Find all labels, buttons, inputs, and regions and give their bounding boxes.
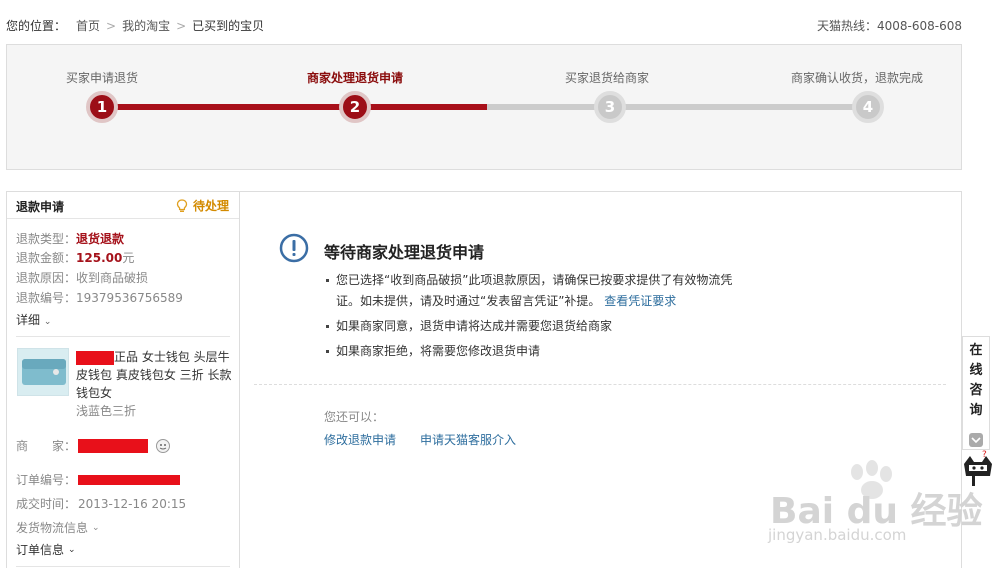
step-3-circle: 3 — [594, 91, 626, 123]
step-2-circle: 2 — [339, 91, 371, 123]
breadcrumb-bought-items[interactable]: 已买到的宝贝 — [192, 17, 264, 34]
seller-row: 商 家： — [16, 437, 172, 454]
refund-summary-panel: 退款申请 待处理 退款类型：退货退款 退款金额：125.00元 退款原因：收到商… — [6, 191, 240, 568]
deal-time-row: 成交时间： 2013-12-16 20:15 — [16, 495, 186, 512]
detail-toggle-label: 详细 — [16, 313, 41, 327]
online-consult-button[interactable]: 在线咨询 — [962, 336, 990, 450]
order-id-row: 订单编号： — [16, 471, 180, 488]
list-item: 如果商家同意，退货申请将达成并需要您退货给商家 — [324, 316, 744, 337]
status-text: 待处理 — [192, 199, 229, 213]
svg-text:?: ? — [982, 450, 987, 460]
deal-time-value: 2013-12-16 20:15 — [78, 496, 187, 511]
progress-track-todo — [487, 104, 867, 110]
chevron-down-icon: ⌄ — [68, 544, 76, 555]
divider — [254, 384, 946, 385]
list-item: 您已选择“收到商品破损”此项退款原因，请确保已按要求提供了有效物流凭证。如未提供… — [324, 270, 744, 312]
refund-reason-value: 收到商品破损 — [76, 271, 149, 285]
refund-id-label: 退款编号： — [16, 291, 77, 305]
refund-summary-title: 退款申请 — [16, 200, 65, 214]
list-item: 如果商家拒绝，将需要您修改退货申请 — [324, 341, 744, 362]
detail-toggle[interactable]: 详细 ⌄ — [16, 311, 51, 328]
refund-reason-row: 退款原因：收到商品破损 — [16, 269, 148, 286]
chevron-right-icon: > — [106, 18, 117, 33]
refund-amount-value: 125.00 — [76, 251, 123, 265]
view-proof-requirements-link[interactable]: 查看凭证要求 — [604, 294, 676, 308]
notice-list: 您已选择“收到商品破损”此项退款原因，请确保已按要求提供了有效物流凭证。如未提供… — [324, 270, 744, 362]
refund-type-value: 退货退款 — [76, 232, 125, 246]
product-sku: 浅蓝色三折 — [76, 404, 137, 418]
modify-refund-link[interactable]: 修改退款申请 — [324, 431, 396, 448]
request-support-link[interactable]: 申请天猫客服介入 — [420, 431, 516, 448]
hotline: 天猫热线：4008-608-608 — [816, 19, 962, 33]
redacted-block — [76, 350, 114, 365]
progress-track-done — [102, 104, 487, 110]
online-consult-label: 在线咨询 — [969, 343, 983, 418]
chevron-right-icon: > — [176, 18, 187, 33]
watermark-url: jingyan.baidu.com — [768, 526, 907, 544]
breadcrumb-my-taobao[interactable]: 我的淘宝 — [122, 17, 170, 34]
divider — [16, 566, 230, 567]
product-thumbnail[interactable] — [17, 348, 69, 396]
breadcrumb-label: 您的位置： — [6, 19, 67, 33]
seller-label: 商 家： — [16, 439, 77, 453]
step-3-label: 买家退货给商家 — [564, 71, 649, 85]
chevron-down-icon: ⌄ — [92, 522, 100, 533]
refund-amount-unit: 元 — [122, 251, 135, 265]
wallet-image — [18, 349, 68, 395]
redacted-block — [78, 474, 180, 485]
step-4-circle: 4 — [852, 91, 884, 123]
chevron-down-icon: ⌄ — [43, 317, 52, 327]
order-id-label: 订单编号： — [16, 473, 77, 487]
order-info-label: 订单信息 — [16, 543, 65, 557]
step-2-label: 商家处理退货申请 — [306, 71, 403, 85]
chevron-down-icon[interactable] — [969, 433, 983, 447]
refund-progress: 买家申请退货 商家处理退货申请 买家退货给商家 商家确认收货，退款完成 1 2 … — [6, 44, 962, 170]
deal-time-label: 成交时间： — [16, 497, 77, 511]
step-1-circle: 1 — [86, 91, 118, 123]
refund-type-row: 退款类型：退货退款 — [16, 230, 124, 247]
refund-reason-label: 退款原因： — [16, 271, 77, 285]
status-badge: 待处理 — [176, 197, 229, 214]
refund-summary-header: 退款申请 待处理 — [7, 192, 239, 219]
lightbulb-icon — [176, 198, 188, 212]
order-info-toggle[interactable]: 订单信息 ⌄ — [16, 541, 76, 558]
refund-type-label: 退款类型： — [16, 232, 77, 246]
product-title[interactable]: 正品 女士钱包 头层牛皮钱包 真皮钱包女 三折 长款钱包女 — [76, 348, 236, 402]
exclamation-icon — [279, 233, 309, 263]
redacted-block — [78, 438, 148, 453]
chat-icon[interactable] — [154, 438, 172, 454]
breadcrumb-home[interactable]: 首页 — [76, 17, 100, 34]
refund-id-value: 19379536756589 — [76, 291, 183, 305]
refund-id-row: 退款编号：19379536756589 — [16, 289, 183, 306]
more-actions: 修改退款申请 申请天猫客服介入 — [324, 431, 516, 448]
page-title: 等待商家处理退货申请 — [324, 243, 485, 262]
refund-amount-row: 退款金额：125.00元 — [16, 249, 134, 266]
shipping-info-toggle[interactable]: 发货物流信息 ⌄ — [16, 519, 100, 536]
refund-amount-label: 退款金额： — [16, 251, 77, 265]
divider — [16, 336, 230, 337]
breadcrumb: 您的位置： 首页 > 我的淘宝 > 已买到的宝贝 — [6, 17, 264, 34]
shipping-info-label: 发货物流信息 — [16, 521, 89, 535]
step-4-label: 商家确认收货，退款完成 — [790, 71, 923, 85]
more-actions-label: 您还可以： — [324, 410, 385, 424]
step-1-label: 买家申请退货 — [65, 71, 138, 85]
